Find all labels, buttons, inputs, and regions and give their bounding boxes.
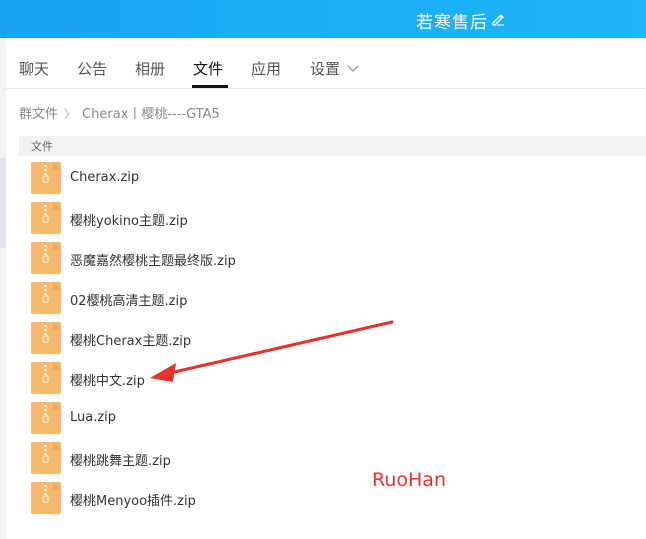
title-bar: 若寒售后 [0, 0, 646, 38]
tab-divider [6, 88, 646, 89]
file-row[interactable]: Lua.zip [19, 398, 579, 438]
breadcrumb-separator: 〉 [64, 107, 77, 121]
tab-bar: 聊天 公告 相册 文件 应用 设置 [0, 38, 646, 88]
pencil-icon[interactable] [490, 11, 506, 27]
tab-announcement[interactable]: 公告 [77, 58, 107, 79]
zip-file-icon [31, 442, 61, 474]
file-name[interactable]: Lua.zip [70, 410, 116, 425]
file-row[interactable]: 樱桃中文.zip [19, 358, 579, 398]
breadcrumb-current: Cherax丨樱桃----GTA5 [82, 107, 220, 122]
group-title: 若寒售后 [416, 13, 488, 33]
file-name[interactable]: 02樱桃高清主题.zip [70, 290, 187, 309]
file-row[interactable]: Cherax.zip [19, 158, 579, 198]
sidebar-selection-mark [0, 158, 6, 248]
zip-file-icon [31, 402, 61, 434]
file-row[interactable]: 恶魔嘉然樱桃主题最终版.zip [19, 238, 579, 278]
zip-file-icon [31, 162, 61, 194]
file-name[interactable]: Cherax.zip [70, 170, 139, 185]
file-row[interactable]: 樱桃Menyoo插件.zip [19, 478, 579, 518]
zip-file-icon [31, 202, 61, 234]
file-name[interactable]: 恶魔嘉然樱桃主题最终版.zip [70, 250, 236, 269]
file-row[interactable]: 02樱桃高清主题.zip [19, 278, 579, 318]
tab-files[interactable]: 文件 [193, 58, 223, 79]
zip-file-icon [31, 322, 61, 354]
file-list-header: 文件 [19, 136, 646, 156]
tab-apps[interactable]: 应用 [251, 58, 281, 79]
chevron-down-icon[interactable] [347, 65, 359, 73]
zip-file-icon [31, 282, 61, 314]
zip-file-icon [31, 482, 61, 514]
column-header-file[interactable]: 文件 [31, 138, 53, 154]
watermark-text: RuoHan [372, 469, 446, 491]
file-row[interactable]: 樱桃Cherax主题.zip [19, 318, 579, 358]
zip-file-icon [31, 362, 61, 394]
file-name[interactable]: 樱桃Menyoo插件.zip [70, 490, 196, 509]
file-name[interactable]: 樱桃中文.zip [70, 370, 145, 389]
left-sidebar-strip [0, 38, 6, 539]
file-name[interactable]: 樱桃跳舞主题.zip [70, 450, 171, 469]
zip-file-icon [31, 242, 61, 274]
breadcrumb: 群文件〉 Cherax丨樱桃----GTA5 [19, 103, 220, 122]
file-row[interactable]: 樱桃yokino主题.zip [19, 198, 579, 238]
tab-settings[interactable]: 设置 [310, 58, 340, 79]
file-row[interactable]: 樱桃跳舞主题.zip [19, 438, 579, 478]
tab-chat[interactable]: 聊天 [19, 58, 49, 79]
breadcrumb-root[interactable]: 群文件 [19, 107, 58, 122]
tab-album[interactable]: 相册 [135, 58, 165, 79]
file-name[interactable]: 樱桃yokino主题.zip [70, 210, 188, 229]
file-name[interactable]: 樱桃Cherax主题.zip [70, 330, 191, 349]
